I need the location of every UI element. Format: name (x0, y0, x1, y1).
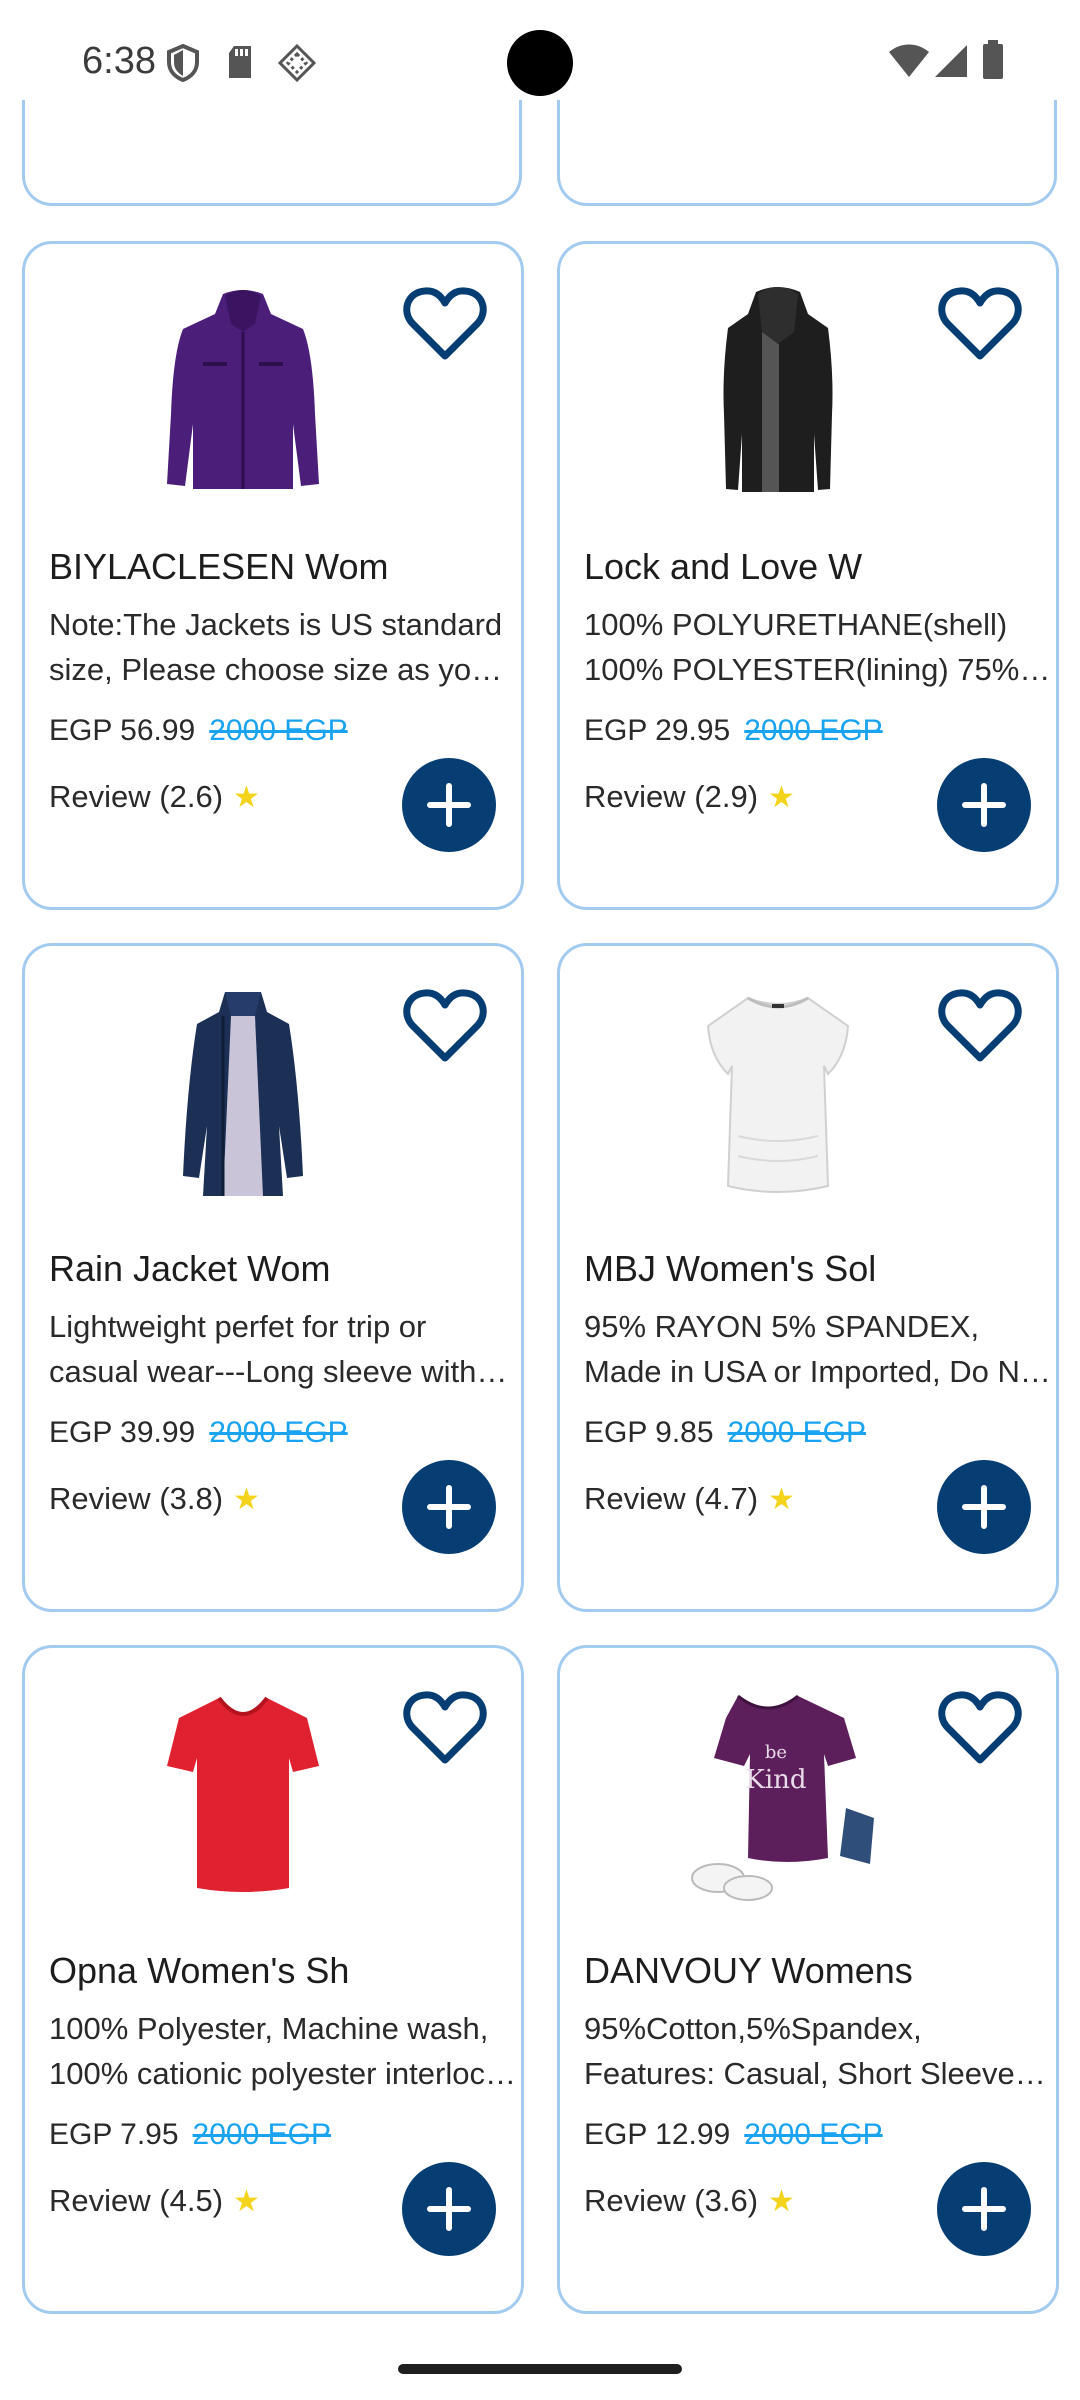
wifi-icon (889, 44, 929, 77)
product-title: BIYLACLESEN Wom (49, 546, 389, 587)
product-image-black-leather-jacket (678, 284, 878, 499)
product-card[interactable]: MBJ Women's Sol 95% RAYON 5% SPANDEX, Ma… (557, 943, 1059, 1612)
star-icon: ★ (768, 781, 795, 814)
price-row: EGP 39.99 2000 EGP (49, 1416, 348, 1450)
review-row: Review (4.5) ★ (49, 2183, 260, 2219)
nfc-diamond-icon (278, 44, 316, 82)
add-to-cart-button[interactable] (937, 2162, 1031, 2256)
plus-icon (427, 2187, 471, 2231)
gesture-navigation-handle[interactable] (398, 2364, 682, 2374)
product-description: Note:The Jackets is US standard size, Pl… (49, 607, 503, 687)
favorite-heart-icon[interactable] (403, 1690, 487, 1766)
plus-icon (427, 783, 471, 827)
svg-text:Kind: Kind (745, 1765, 806, 1795)
add-to-cart-button[interactable] (402, 758, 496, 852)
review-row: Review (3.8) ★ (49, 1481, 260, 1517)
favorite-heart-icon[interactable] (403, 988, 487, 1064)
product-description: 100% Polyester, Machine wash, 100% catio… (49, 2011, 510, 2091)
review-rating: (3.6) (694, 2183, 759, 2218)
price-row: EGP 12.99 2000 EGP (584, 2118, 883, 2152)
review-rating: (2.9) (694, 779, 759, 814)
plus-icon (962, 783, 1006, 827)
review-rating: (2.6) (159, 779, 224, 814)
price-row: EGP 29.95 2000 EGP (584, 714, 883, 748)
product-old-price: 2000 EGP (192, 2118, 331, 2151)
price-row: EGP 7.95 2000 EGP (49, 2118, 331, 2152)
svg-text:be: be (765, 1742, 787, 1763)
add-to-cart-button[interactable] (402, 1460, 496, 1554)
product-card[interactable]: Opna Women's Sh 100% Polyester, Machine … (22, 1645, 524, 2314)
add-to-cart-button[interactable] (402, 2162, 496, 2256)
product-card[interactable]: be Kind DANVOUY Womens 95%Cotton,5%Spand… (557, 1645, 1059, 2314)
favorite-heart-icon[interactable] (938, 988, 1022, 1064)
favorite-heart-icon[interactable] (938, 1690, 1022, 1766)
product-price: EGP 29.95 (584, 714, 731, 747)
price-row: EGP 9.85 2000 EGP (584, 1416, 866, 1450)
product-old-price: 2000 EGP (744, 714, 883, 747)
review-row: Review (2.9) ★ (584, 779, 795, 815)
review-row: Review (3.6) ★ (584, 2183, 795, 2219)
star-icon: ★ (233, 781, 260, 814)
product-price: EGP 9.85 (584, 1416, 714, 1449)
product-old-price: 2000 EGP (209, 714, 348, 747)
product-old-price: 2000 EGP (209, 1416, 348, 1449)
review-row: Review (4.7) ★ (584, 1481, 795, 1517)
product-card[interactable]: BIYLACLESEN Wom Note:The Jackets is US s… (22, 241, 524, 910)
product-title: Opna Women's Sh (49, 1950, 350, 1991)
product-image-navy-rain-jacket (143, 986, 343, 1201)
review-label: Review (584, 1481, 686, 1516)
product-title: Rain Jacket Wom (49, 1248, 331, 1289)
review-rating: (4.5) (159, 2183, 224, 2218)
review-label: Review (49, 1481, 151, 1516)
review-label: Review (49, 779, 151, 814)
product-description: 95%Cotton,5%Spandex, Features: Casual, S… (584, 2011, 1024, 2091)
add-to-cart-button[interactable] (937, 1460, 1031, 1554)
review-row: Review (2.6) ★ (49, 779, 260, 815)
product-title: DANVOUY Womens (584, 1950, 913, 1991)
battery-icon (983, 40, 1003, 79)
product-description: Lightweight perfet for trip or casual we… (49, 1309, 477, 1389)
price-row: EGP 56.99 2000 EGP (49, 714, 348, 748)
product-old-price: 2000 EGP (727, 1416, 866, 1449)
star-icon: ★ (768, 1483, 795, 1516)
add-to-cart-button[interactable] (937, 758, 1031, 852)
product-description: 100% POLYURETHANE(shell) 100% POLYESTER(… (584, 607, 1020, 687)
favorite-heart-icon[interactable] (403, 286, 487, 362)
product-description: 95% RAYON 5% SPANDEX, Made in USA or Imp… (584, 1309, 1046, 1389)
star-icon: ★ (768, 2185, 795, 2218)
product-image-purple-be-kind-tshirt: be Kind (678, 1688, 878, 1903)
product-price: EGP 12.99 (584, 2118, 731, 2151)
plus-icon (427, 1485, 471, 1529)
plus-icon (962, 1485, 1006, 1529)
product-card-partial[interactable] (22, 100, 522, 206)
review-rating: (4.7) (694, 1481, 759, 1516)
product-title: MBJ Women's Sol (584, 1248, 877, 1289)
review-rating: (3.8) (159, 1481, 224, 1516)
product-title: Lock and Love W (584, 546, 863, 587)
product-image-purple-jacket (143, 284, 343, 499)
product-price: EGP 56.99 (49, 714, 196, 747)
cellular-icon (935, 45, 967, 77)
product-image-white-top (678, 986, 878, 1201)
favorite-heart-icon[interactable] (938, 286, 1022, 362)
review-label: Review (584, 779, 686, 814)
review-label: Review (49, 2183, 151, 2218)
star-icon: ★ (233, 1483, 260, 1516)
product-card[interactable]: Rain Jacket Wom Lightweight perfet for t… (22, 943, 524, 1612)
front-camera (507, 30, 573, 96)
shield-icon (167, 44, 199, 82)
review-label: Review (584, 2183, 686, 2218)
sd-card-icon (229, 46, 251, 78)
product-price: EGP 7.95 (49, 2118, 179, 2151)
product-price: EGP 39.99 (49, 1416, 196, 1449)
plus-icon (962, 2187, 1006, 2231)
status-time: 6:38 (82, 40, 156, 82)
product-card[interactable]: Lock and Love W 100% POLYURETHANE(shell)… (557, 241, 1059, 910)
star-icon: ★ (233, 2185, 260, 2218)
product-image-red-tshirt (143, 1688, 343, 1903)
product-card-partial[interactable] (557, 100, 1057, 206)
product-old-price: 2000 EGP (744, 2118, 883, 2151)
